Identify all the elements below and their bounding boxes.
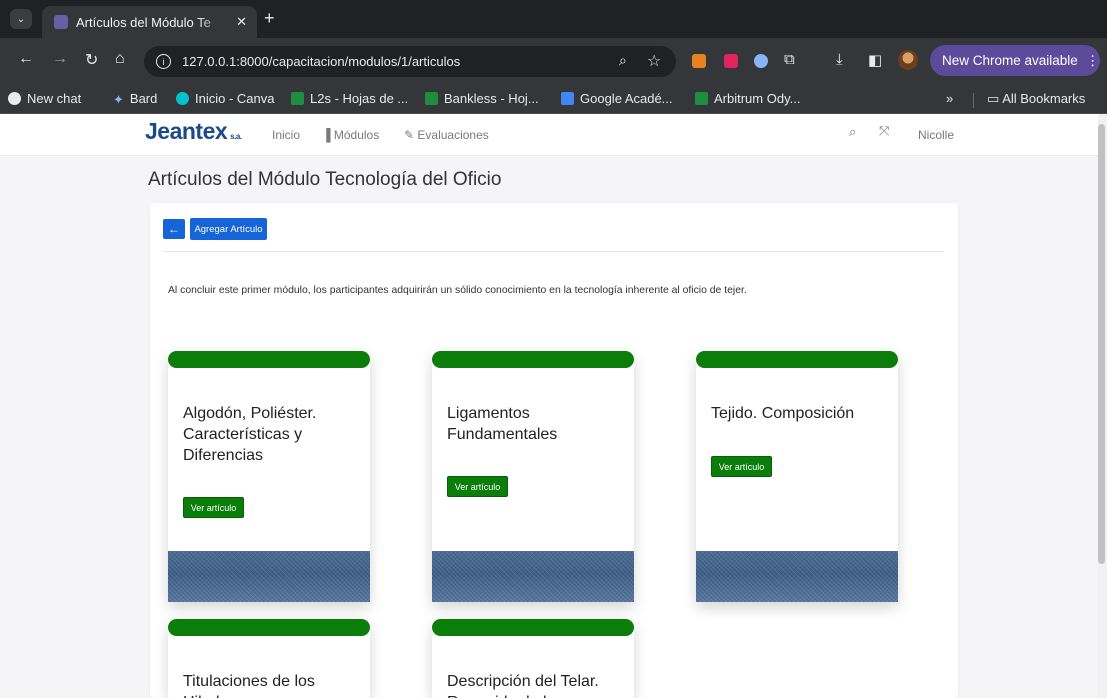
pencil-icon: ✎	[404, 128, 418, 142]
download-icon[interactable]: ⤓	[836, 51, 843, 68]
fullscreen-icon[interactable]: ⤧	[879, 123, 889, 139]
folder-icon: ▭	[987, 91, 1003, 106]
favicon-icon	[54, 15, 68, 29]
chatgpt-icon	[8, 92, 21, 105]
chrome-update-button[interactable]: New Chrome available ⋮	[930, 45, 1100, 76]
card-title: Algodón, Poliéster. Características y Di…	[183, 405, 317, 464]
forward-arrow-icon[interactable]: →	[52, 50, 68, 68]
page-scrollbar[interactable]	[1098, 114, 1107, 698]
url-text[interactable]: 127.0.0.1:8000/capacitacion/modulos/1/ar…	[182, 54, 460, 69]
bookmarks-divider	[973, 93, 974, 108]
sheets-icon	[425, 92, 438, 105]
scrollbar-thumb[interactable]	[1098, 124, 1105, 564]
card-header-bar	[432, 351, 634, 368]
bookmark-item[interactable]: New chat	[8, 91, 81, 106]
browser-toolbar: ← → ↻ ⌂ i 127.0.0.1:8000/capacitacion/mo…	[0, 38, 1107, 86]
scholar-icon	[561, 92, 574, 105]
card-header-bar	[432, 619, 634, 636]
all-bookmarks-button[interactable]: ▭ All Bookmarks	[987, 91, 1085, 107]
add-article-button[interactable]: Agregar Artículo	[190, 218, 267, 240]
address-bar[interactable]: i 127.0.0.1:8000/capacitacion/modulos/1/…	[144, 46, 676, 77]
browser-tab-active[interactable]: Artículos del Módulo Te ✕	[42, 6, 257, 38]
close-icon[interactable]: ✕	[236, 14, 247, 30]
article-card: Titulaciones de los Hilados	[168, 619, 370, 698]
denim-image	[432, 551, 634, 602]
denim-image	[168, 551, 370, 602]
bookmark-item[interactable]: Google Acadé...	[561, 91, 673, 106]
more-bookmarks-chevron-icon[interactable]: »	[946, 91, 953, 106]
update-label: New Chrome available	[942, 53, 1078, 68]
metamask-extension-icon[interactable]	[692, 54, 706, 68]
profile-avatar[interactable]	[898, 50, 918, 70]
brand-logo[interactable]: Jeantex s.a.	[145, 118, 242, 145]
back-arrow-icon[interactable]: ←	[18, 50, 34, 68]
article-card: Algodón, Poliéster. Características y Di…	[168, 351, 370, 602]
card-title: Titulaciones de los Hilados	[183, 673, 315, 698]
site-info-icon[interactable]: i	[156, 54, 171, 69]
back-button[interactable]: ←	[163, 219, 185, 239]
view-article-button[interactable]: Ver artículo	[183, 497, 244, 518]
divider	[163, 251, 944, 252]
nav-inicio-link[interactable]: Inicio	[272, 128, 300, 142]
card-header-bar	[168, 619, 370, 636]
arrow-left-icon: ←	[168, 222, 180, 236]
bard-sparkle-icon: ✦	[113, 92, 124, 107]
bookmark-item[interactable]: Inicio - Canva	[176, 91, 274, 106]
article-card: Tejido. Composición Ver artículo	[696, 351, 898, 602]
card-header-bar	[696, 351, 898, 368]
card-title: Ligamentos Fundamentales	[447, 405, 558, 443]
article-card: Ligamentos Fundamentales Ver artículo	[432, 351, 634, 602]
browser-tabstrip: ⌄ Artículos del Módulo Te ✕ +	[0, 0, 1107, 38]
article-card: Descripción del Telar. Recorrido de la	[432, 619, 634, 698]
file-icon: ▐	[322, 128, 334, 142]
card-title: Tejido. Composición	[711, 405, 855, 422]
side-panel-icon[interactable]: ◧	[868, 51, 882, 69]
bookmark-item[interactable]: Bankless - Hoj...	[425, 91, 539, 106]
sheets-icon	[695, 92, 708, 105]
nav-modulos-link[interactable]: ▐ Módulos	[322, 128, 379, 142]
tab-title: Artículos del Módulo Te	[76, 14, 211, 30]
tab-search-chevron-icon[interactable]: ⌄	[10, 9, 32, 29]
reload-icon[interactable]: ↻	[85, 50, 98, 70]
bookmarks-bar: New chat ✦ Bard Inicio - Canva L2s - Hoja…	[0, 86, 1107, 114]
bookmark-item[interactable]: ✦ Bard	[113, 91, 157, 107]
kebab-menu-icon[interactable]: ⋮	[1086, 53, 1100, 69]
bookmark-item[interactable]: L2s - Hojas de ...	[291, 91, 408, 106]
card-title: Descripción del Telar. Recorrido de la	[447, 673, 599, 698]
sheets-icon	[291, 92, 304, 105]
bookmark-item[interactable]: Arbitrum Ody...	[695, 91, 800, 106]
canva-icon	[176, 92, 189, 105]
extensions-puzzle-icon[interactable]: ⧉	[784, 51, 795, 68]
extension-icon[interactable]	[754, 54, 768, 68]
view-article-button[interactable]: Ver artículo	[711, 456, 772, 477]
module-description: Al concluir este primer módulo, los part…	[168, 285, 747, 296]
user-menu[interactable]: Nicolle	[918, 128, 954, 142]
denim-image	[696, 551, 898, 602]
card-header-bar	[168, 351, 370, 368]
zoom-icon[interactable]: ⌕	[619, 52, 627, 69]
view-article-button[interactable]: Ver artículo	[447, 476, 508, 497]
nav-evaluaciones-link[interactable]: ✎ Evaluaciones	[404, 128, 489, 142]
extension-icon[interactable]	[724, 54, 738, 68]
search-icon[interactable]: ⌕	[849, 124, 856, 140]
site-navbar: Jeantex s.a. Inicio ▐ Módulos ✎ Evaluacio…	[0, 114, 1098, 156]
page-title: Artículos del Módulo Tecnología del Ofic…	[148, 169, 502, 190]
bookmark-star-icon[interactable]: ☆	[647, 51, 661, 71]
new-tab-button[interactable]: +	[264, 8, 275, 29]
home-icon[interactable]: ⌂	[115, 50, 125, 68]
